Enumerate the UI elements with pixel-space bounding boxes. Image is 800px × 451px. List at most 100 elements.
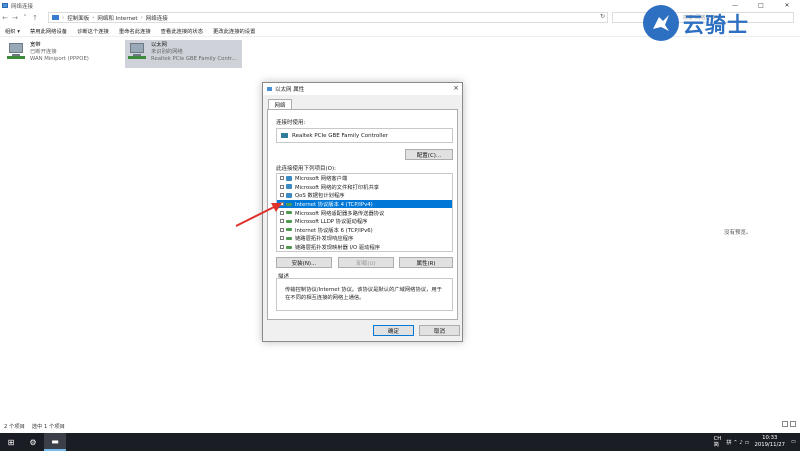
list-item[interactable]: Microsoft LLDP 协议驱动程序	[277, 217, 452, 226]
address-bar[interactable]: › 控制面板 › 网络和 Internet › 网络连接	[48, 12, 608, 23]
checkbox[interactable]	[280, 210, 284, 215]
checkbox[interactable]	[280, 184, 284, 189]
items-label: 此连接使用下列项目(O):	[276, 166, 336, 172]
disable-device-button[interactable]: 禁用此网络设备	[25, 27, 72, 35]
preview-pane-text: 没有预览。	[724, 230, 752, 236]
checkbox[interactable]	[280, 227, 284, 232]
components-list[interactable]: Microsoft 网络客户端 Microsoft 网络的文件和打印机共享 Qo…	[276, 173, 453, 252]
clock-date: 2019/11/27	[754, 442, 785, 448]
dialog-title: 以太网 属性	[275, 87, 305, 93]
windows-start-icon[interactable]: ⊞	[0, 433, 22, 451]
large-icons-view-icon[interactable]	[790, 421, 796, 427]
refresh-icon[interactable]: ↻	[600, 13, 605, 20]
dialog-close-icon[interactable]: ×	[453, 84, 459, 92]
checkbox[interactable]	[280, 176, 284, 181]
item-label: 链路层拓扑发现响应程序	[295, 236, 354, 243]
network-adapter-icon	[128, 43, 148, 61]
adapter-name: 宽带	[30, 42, 41, 48]
adapter-broadband[interactable]: 宽带 已断开连接 WAN Miniport (PPPOE)	[4, 40, 116, 68]
checkbox[interactable]	[280, 193, 284, 198]
adapter-device: Realtek PCIe GBE Family Contr...	[151, 56, 237, 62]
change-settings-button[interactable]: 更改此连接的设置	[208, 27, 260, 35]
breadcrumb-control-panel[interactable]: 控制面板	[67, 14, 89, 22]
network-adapter-icon	[7, 43, 27, 61]
checkbox[interactable]	[280, 236, 284, 241]
protocol-icon	[286, 211, 292, 215]
rename-button[interactable]: 重命名此连接	[114, 27, 156, 35]
configure-button[interactable]: 配置(C)...	[405, 149, 453, 160]
view-toggle	[782, 421, 796, 427]
diagnose-button[interactable]: 诊断这个连接	[72, 27, 114, 35]
protocol-icon	[286, 236, 292, 240]
forward-arrow-icon[interactable]: →	[10, 14, 20, 22]
list-item[interactable]: Internet 协议版本 6 (TCP/IPv6)	[277, 226, 452, 235]
list-item[interactable]: QoS 数据包计划程序	[277, 191, 452, 200]
adapter-ethernet[interactable]: 以太网 未识别的网络 Realtek PCIe GBE Family Contr…	[125, 40, 242, 68]
status-bar: 2 个项目 选中 1 个项目	[4, 422, 65, 430]
uninstall-button[interactable]: 卸载(U)	[338, 257, 394, 268]
knight-logo-icon	[643, 5, 679, 41]
control-panel-icon	[52, 15, 59, 20]
view-status-button[interactable]: 查看此连接的状态	[156, 27, 208, 35]
ok-button[interactable]: 确定	[373, 325, 414, 336]
breadcrumb-separator-icon: ›	[62, 14, 65, 21]
list-item[interactable]: Microsoft 网络的文件和打印机共享	[277, 183, 452, 192]
system-tray: CH 简 拼 ⌃ ♪ ▭ 10:33 2019/11/27 ▭	[714, 433, 796, 451]
item-label: Microsoft 网络适配器多路传送器协议	[295, 210, 385, 217]
brand-logo: 云骑士	[643, 5, 793, 41]
protocol-icon	[286, 245, 292, 249]
item-label: 链路层拓扑发现映射器 I/O 驱动程序	[295, 245, 381, 252]
checkbox[interactable]	[280, 245, 284, 250]
back-arrow-icon[interactable]: ←	[0, 14, 10, 22]
breadcrumb-separator-icon: ›	[140, 14, 143, 21]
list-item[interactable]: Microsoft 网络适配器多路传送器协议	[277, 208, 452, 217]
protocol-icon	[286, 202, 292, 206]
item-label: Microsoft 网络客户端	[295, 176, 348, 183]
input-method[interactable]: CH 简	[714, 436, 722, 448]
breadcrumb-separator-icon: ›	[92, 14, 95, 21]
organize-menu[interactable]: 组织 ▾	[0, 27, 25, 35]
item-count: 2 个项目	[4, 424, 25, 430]
protocol-icon	[286, 228, 292, 232]
description-box: 传输控制协议/Internet 协议。该协议是默认的广域网络协议，用于在不同的相…	[276, 278, 453, 311]
adapter-status: 已断开连接	[30, 49, 57, 55]
protocol-icon	[286, 219, 292, 223]
settings-gear-icon[interactable]: ⚙	[22, 433, 44, 451]
dialog-panel: 连接时使用: Realtek PCIe GBE Family Controlle…	[267, 109, 458, 320]
dialog-title-bar[interactable]: 以太网 属性	[263, 83, 462, 95]
item-label: QoS 数据包计划程序	[295, 193, 345, 200]
selected-count: 选中 1 个项目	[31, 424, 65, 430]
item-label: Internet 协议版本 4 (TCP/IPv4)	[295, 202, 373, 209]
up-arrow-icon[interactable]: ↑	[30, 14, 40, 22]
taskbar: ⊞ ⚙ ▬ CH 简 拼 ⌃ ♪ ▭ 10:33 2019/11/27 ▭	[0, 433, 800, 451]
control-panel-taskbar-icon[interactable]: ▬	[44, 433, 66, 451]
checkbox[interactable]	[280, 219, 284, 224]
item-label: Microsoft 网络的文件和打印机共享	[295, 184, 380, 191]
adapter-name: Realtek PCIe GBE Family Controller	[292, 132, 389, 139]
item-label: Microsoft LLDP 协议驱动程序	[295, 219, 368, 226]
tray-icons[interactable]: 拼 ⌃ ♪ ▭	[726, 438, 749, 446]
list-item-ipv4[interactable]: Internet 协议版本 4 (TCP/IPv4)	[277, 199, 452, 209]
window-title: 网络连接	[11, 3, 34, 10]
install-button[interactable]: 安装(N)...	[276, 257, 332, 268]
adapter-status: 未识别的网络	[151, 49, 183, 55]
list-item[interactable]: 链路层拓扑发现映射器 I/O 驱动程序	[277, 243, 452, 252]
cancel-button[interactable]: 取消	[419, 325, 460, 336]
connect-using-label: 连接时使用:	[276, 120, 306, 126]
adapter-device: WAN Miniport (PPPOE)	[30, 56, 89, 62]
client-icon	[286, 184, 292, 190]
breadcrumb-network-internet[interactable]: 网络和 Internet	[97, 14, 137, 22]
network-connections-icon	[2, 3, 8, 8]
recent-chevron-icon[interactable]: ˅	[20, 14, 30, 22]
clock[interactable]: 10:33 2019/11/27	[754, 435, 785, 449]
logo-text: 云骑士	[683, 13, 749, 37]
ethernet-properties-dialog: 以太网 属性 × 网络 连接时使用: Realtek PCIe GBE Fami…	[262, 82, 463, 342]
details-view-icon[interactable]	[782, 421, 788, 427]
list-item[interactable]: Microsoft 网络客户端	[277, 174, 452, 183]
client-icon	[286, 192, 292, 198]
list-item[interactable]: 链路层拓扑发现响应程序	[277, 234, 452, 243]
notification-icon[interactable]: ▭	[791, 439, 796, 445]
properties-button[interactable]: 属性(R)	[399, 257, 453, 268]
breadcrumb-network-connections[interactable]: 网络连接	[146, 14, 168, 22]
checkbox[interactable]	[280, 202, 284, 207]
